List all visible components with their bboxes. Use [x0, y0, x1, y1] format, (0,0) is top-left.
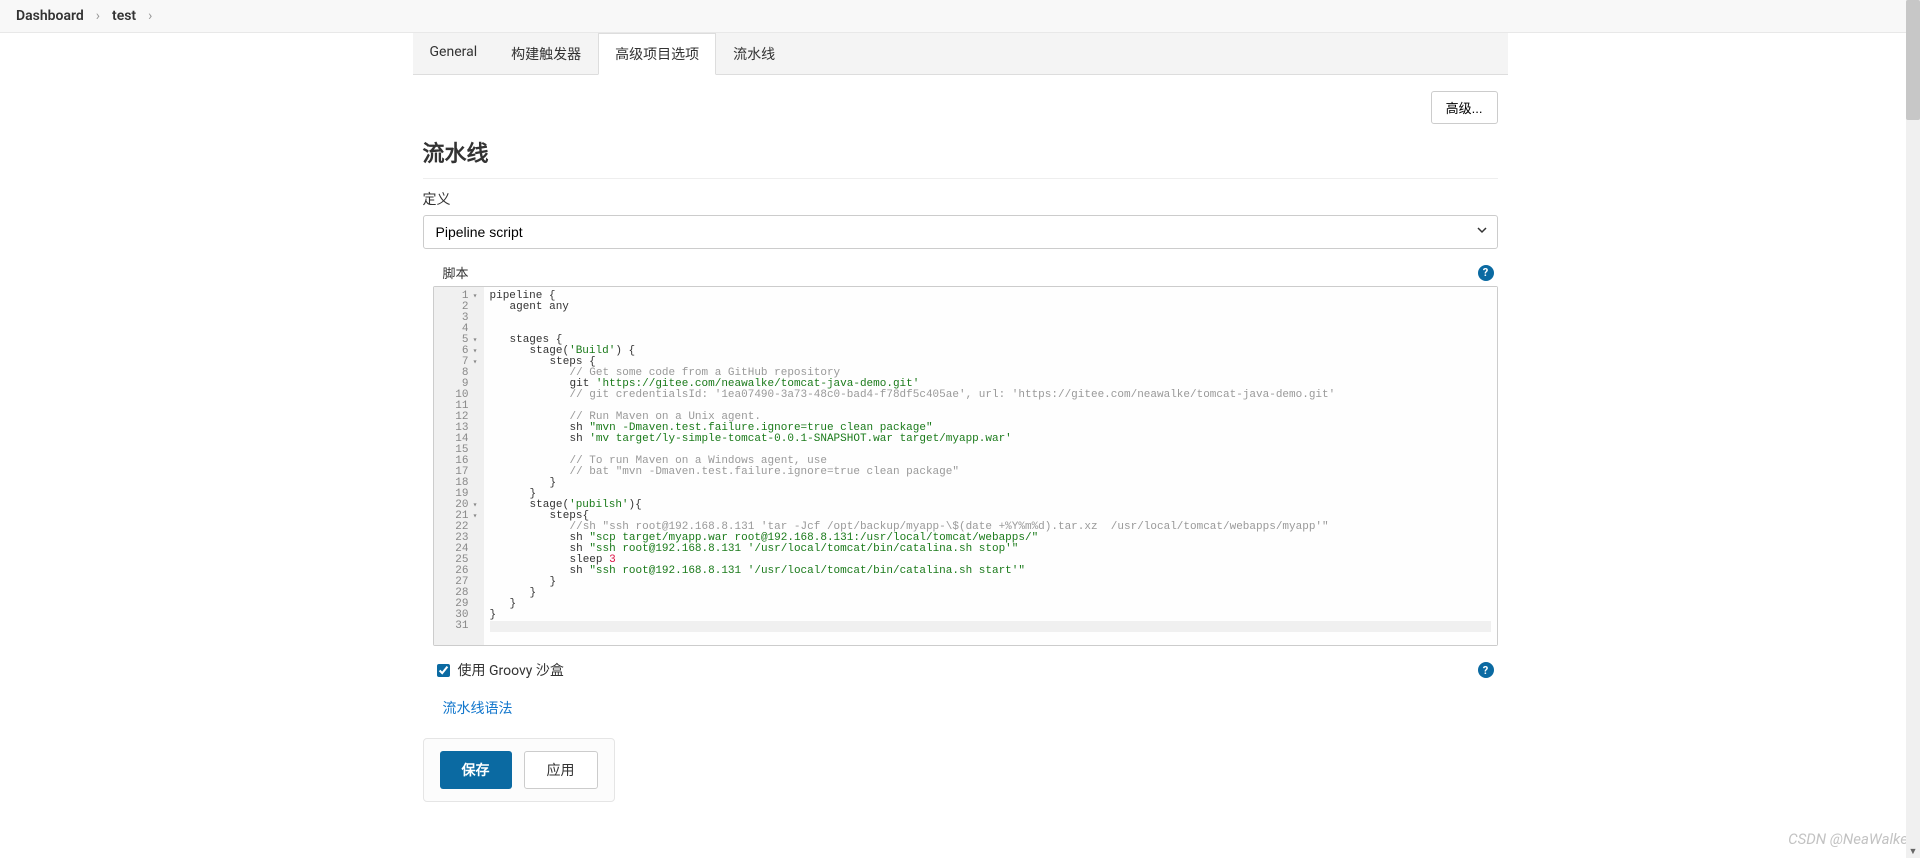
- help-icon[interactable]: ?: [1478, 265, 1494, 281]
- sandbox-checkbox[interactable]: [437, 664, 450, 677]
- apply-button[interactable]: 应用: [524, 751, 598, 789]
- breadcrumb: Dashboard › test ›: [0, 0, 1920, 33]
- scrollbar-thumb[interactable]: [1906, 0, 1920, 120]
- chevron-right-icon: ›: [96, 8, 100, 24]
- config-tabs: General 构建触发器 高级项目选项 流水线: [413, 33, 1508, 75]
- sandbox-label: 使用 Groovy 沙盒: [458, 660, 564, 680]
- page-scrollbar[interactable]: ▲ ▼: [1906, 0, 1920, 858]
- section-pipeline-title: 流水线: [423, 136, 1498, 168]
- sandbox-checkbox-row[interactable]: 使用 Groovy 沙盒: [437, 660, 564, 680]
- tab-triggers[interactable]: 构建触发器: [494, 33, 598, 74]
- tab-pipeline[interactable]: 流水线: [716, 33, 792, 74]
- save-button[interactable]: 保存: [440, 751, 512, 789]
- breadcrumb-test[interactable]: test: [112, 8, 136, 24]
- advanced-button[interactable]: 高级...: [1431, 91, 1498, 124]
- chevron-right-icon: ›: [148, 8, 152, 24]
- tab-advanced[interactable]: 高级项目选项: [598, 33, 716, 75]
- help-icon[interactable]: ?: [1478, 662, 1494, 678]
- definition-select[interactable]: [423, 215, 1498, 249]
- tab-general[interactable]: General: [413, 33, 495, 74]
- pipeline-script-editor[interactable]: 1▾2345▾6▾7▾891011121314151617181920▾21▾2…: [433, 286, 1498, 646]
- definition-label: 定义: [423, 189, 1498, 209]
- script-label: 脚本: [443, 263, 469, 282]
- breadcrumb-dashboard[interactable]: Dashboard: [16, 8, 84, 24]
- pipeline-syntax-link[interactable]: 流水线语法: [443, 698, 513, 718]
- watermark: CSDN @NeaWalke: [1788, 830, 1908, 848]
- scroll-down-icon[interactable]: ▼: [1906, 844, 1920, 858]
